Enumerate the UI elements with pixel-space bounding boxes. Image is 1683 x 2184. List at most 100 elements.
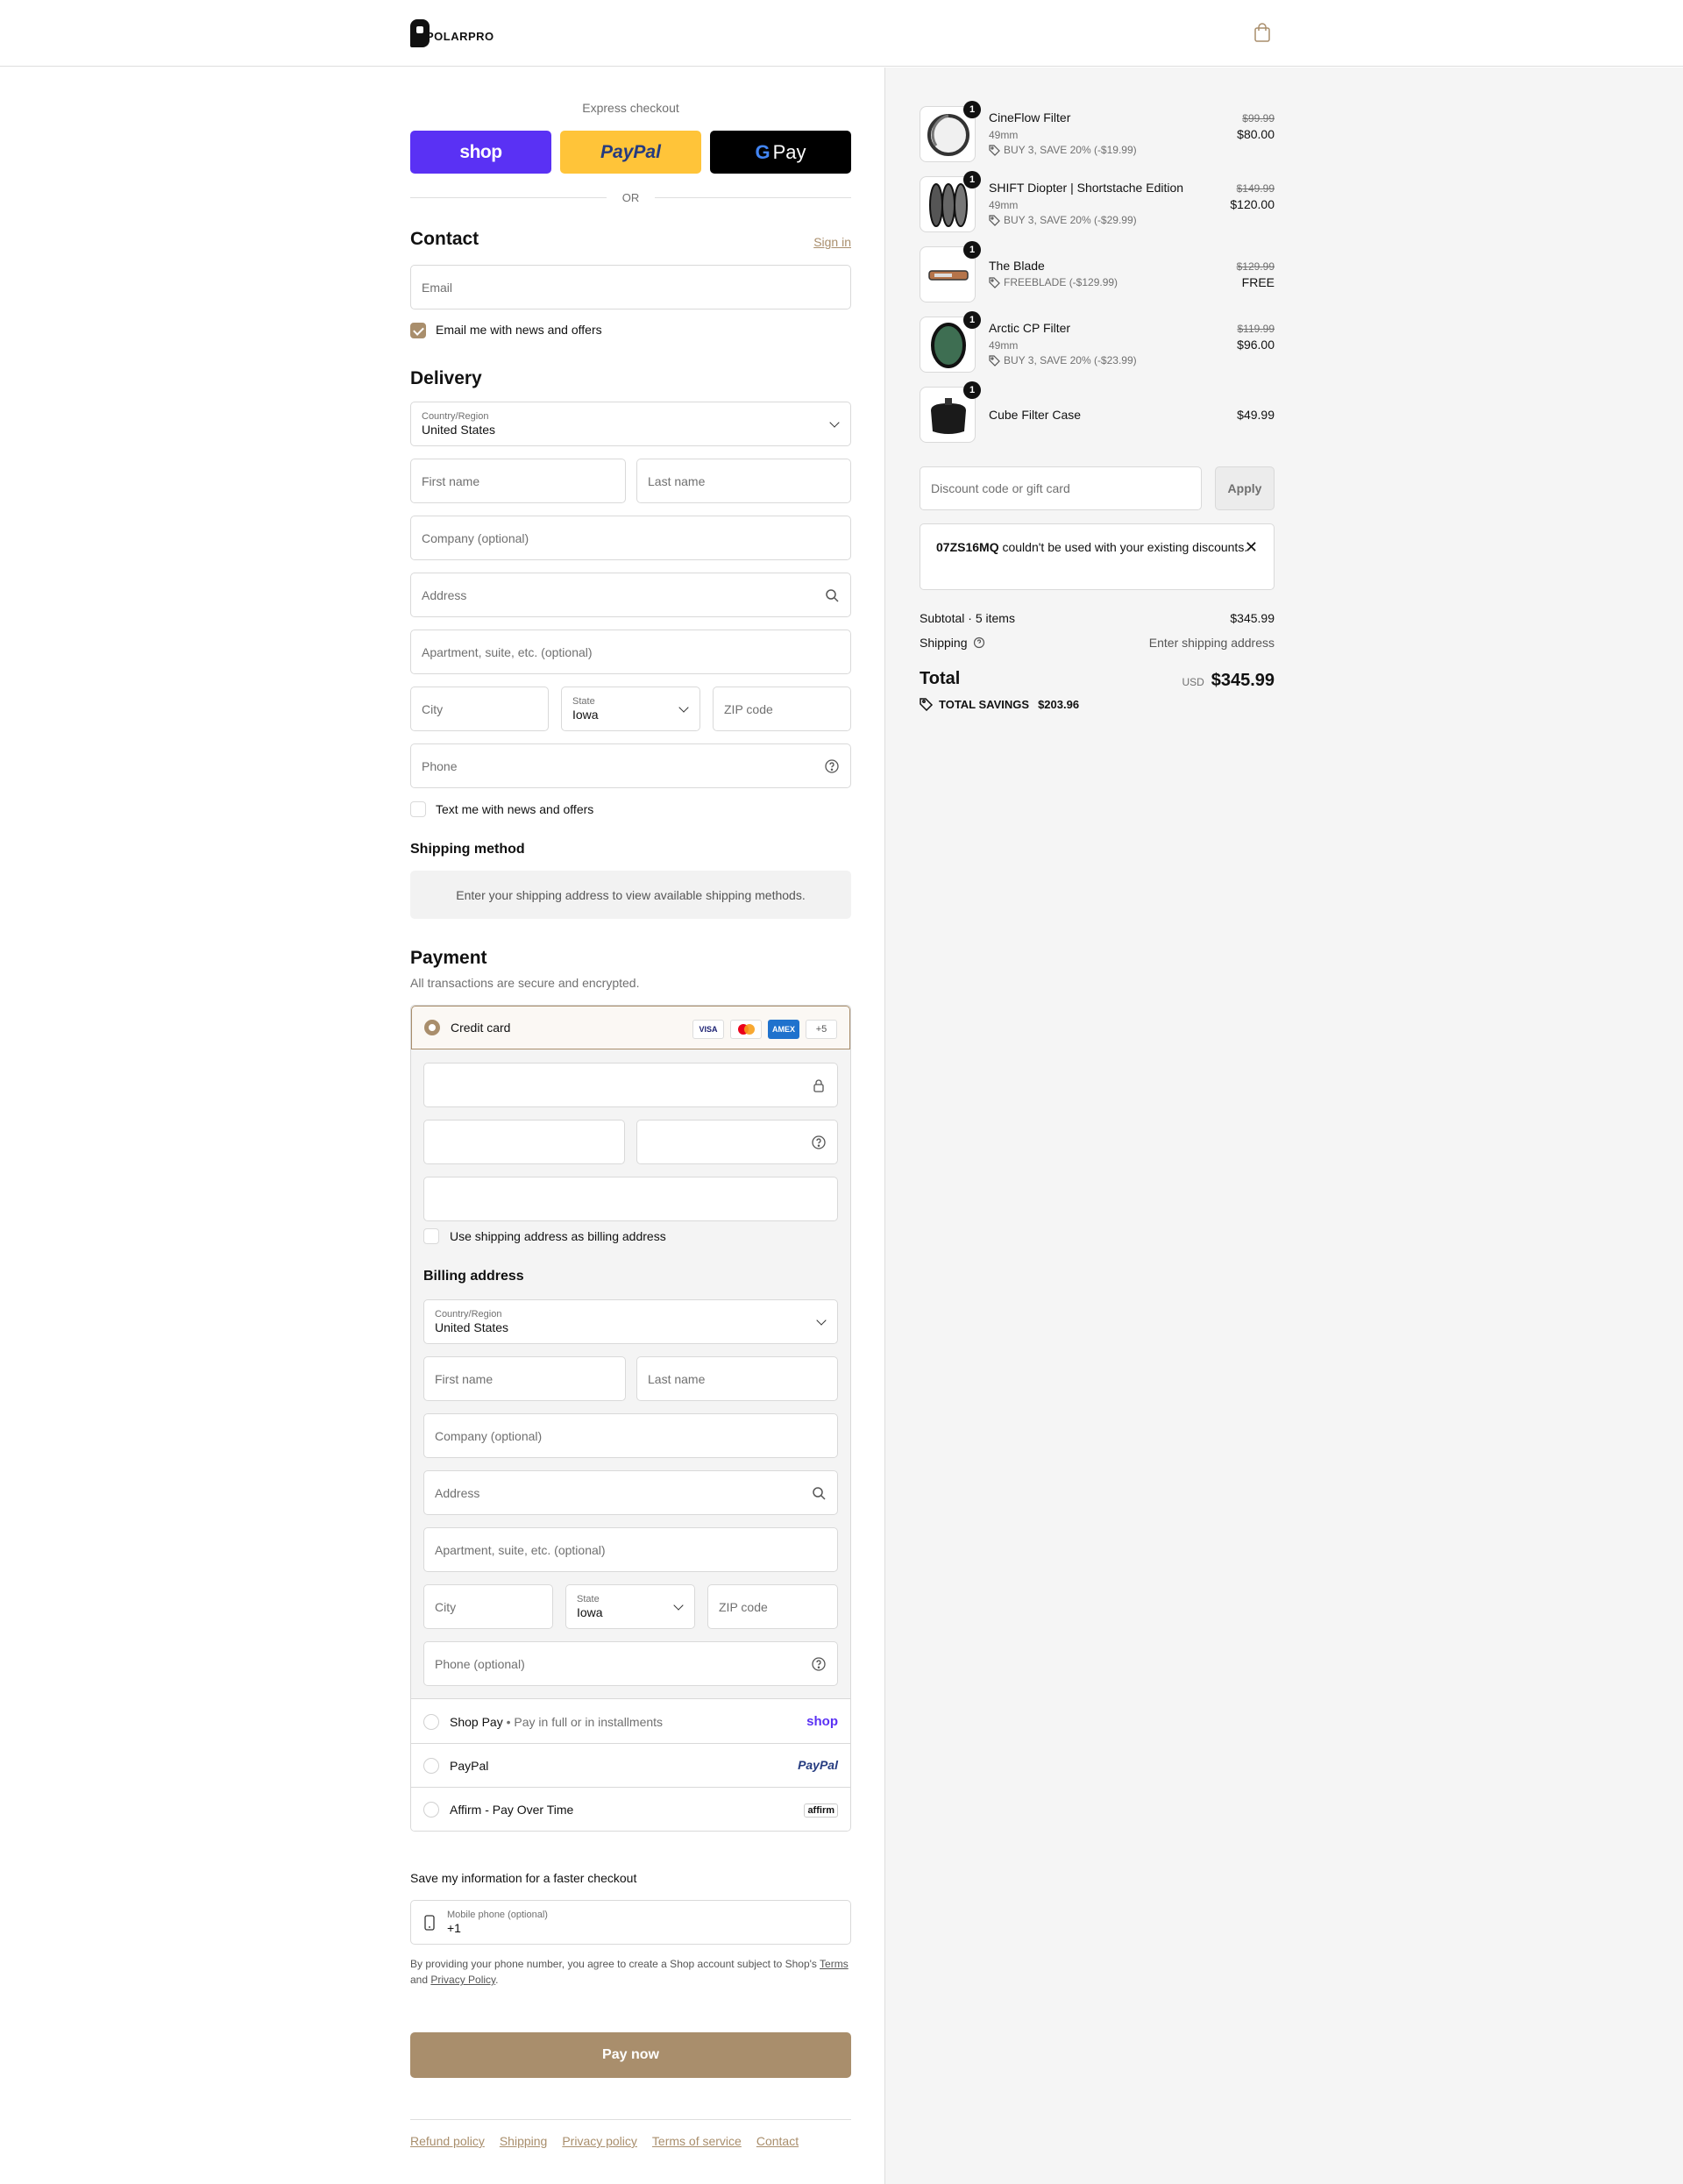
credit-card-radio[interactable] (424, 1020, 440, 1035)
billing-country-select[interactable]: Country/Region United States (423, 1299, 838, 1344)
cart-item: 1 Arctic CP Filter 49mm BUY 3, SAVE 20% … (920, 311, 1275, 373)
shipping-value: Enter shipping address (1148, 636, 1275, 650)
error-text: couldn't be used with your existing disc… (998, 540, 1248, 554)
paypal-option[interactable]: PayPal PayPal (411, 1744, 850, 1788)
quantity-badge: 1 (963, 381, 981, 399)
sign-in-link[interactable]: Sign in (813, 235, 851, 249)
affirm-logo: affirm (804, 1803, 838, 1818)
terms-link[interactable]: Terms (820, 1958, 849, 1970)
item-price: FREE (1241, 275, 1275, 289)
shop-pay-method-label: Shop Pay (450, 1715, 503, 1729)
item-name: Cube Filter Case (989, 408, 1082, 422)
apply-discount-button[interactable]: Apply (1215, 466, 1275, 510)
help-icon[interactable] (811, 1656, 827, 1672)
billing-zip-field[interactable]: ZIP code (707, 1584, 838, 1629)
chevron-down-icon (678, 702, 689, 713)
help-icon[interactable] (973, 637, 985, 649)
use-shipping-checkbox[interactable] (423, 1228, 439, 1244)
subtotal-value: $345.99 (1230, 611, 1275, 625)
mobile-phone-label: Mobile phone (optional) (447, 1910, 548, 1920)
country-value: United States (422, 423, 496, 437)
footer-link-refund-policy[interactable]: Refund policy (410, 2134, 485, 2148)
credit-card-option[interactable]: Credit card VISA AMEX +5 (411, 1006, 850, 1049)
pay-now-button[interactable]: Pay now (410, 2032, 851, 2078)
more-cards-badge: +5 (806, 1020, 837, 1039)
card-name-field[interactable] (423, 1177, 838, 1221)
payment-title: Payment (410, 948, 487, 968)
email-news-checkbox[interactable] (410, 323, 426, 338)
card-cvv-field[interactable] (636, 1120, 838, 1164)
city-field[interactable]: City (410, 687, 549, 731)
affirm-option[interactable]: Affirm - Pay Over Time affirm (411, 1788, 850, 1831)
last-name-field[interactable]: Last name (636, 459, 851, 503)
affirm-method-label: Affirm - Pay Over Time (450, 1803, 574, 1817)
billing-state-select[interactable]: State Iowa (565, 1584, 695, 1629)
affirm-radio[interactable] (423, 1802, 439, 1818)
text-news-checkbox[interactable] (410, 801, 426, 817)
shop-pay-button[interactable]: shop (410, 131, 551, 174)
billing-last-name-field[interactable]: Last name (636, 1356, 838, 1401)
discount-error-message: 07ZS16MQ couldn't be used with your exis… (920, 523, 1275, 590)
footer-links: Refund policy Shipping Privacy policy Te… (410, 2119, 851, 2148)
search-icon (813, 1487, 826, 1500)
email-field[interactable]: Email (410, 265, 851, 309)
card-expiry-field[interactable] (423, 1120, 625, 1164)
billing-city-field[interactable]: City (423, 1584, 553, 1629)
search-icon (826, 589, 839, 602)
paypal-method-label: PayPal (450, 1759, 489, 1773)
total-label: Total (920, 669, 961, 688)
cart-item: 1 The Blade FREEBLADE (-$129.99) $129.99… (920, 241, 1275, 302)
shopping-bag-icon[interactable] (1253, 22, 1272, 43)
express-checkout-label: Express checkout (582, 101, 679, 115)
first-name-field[interactable]: First name (410, 459, 626, 503)
billing-address-field[interactable]: Address (423, 1470, 838, 1515)
billing-address-placeholder: Address (435, 1485, 480, 1500)
phone-field[interactable]: Phone (410, 743, 851, 788)
card-number-field[interactable] (423, 1063, 838, 1107)
billing-phone-field[interactable]: Phone (optional) (423, 1641, 838, 1686)
item-discount-label: BUY 3, SAVE 20% (-$23.99) (1004, 354, 1137, 366)
billing-first-name-field[interactable]: First name (423, 1356, 626, 1401)
mobile-phone-field[interactable]: Mobile phone (optional) +1 (410, 1900, 851, 1945)
state-select[interactable]: State Iowa (561, 687, 700, 731)
close-icon[interactable]: ✕ (1245, 538, 1258, 557)
help-icon[interactable] (811, 1135, 827, 1150)
tag-icon (920, 698, 934, 711)
company-field[interactable]: Company (optional) (410, 516, 851, 560)
apply-label: Apply (1227, 481, 1262, 495)
item-variant: 49mm (989, 129, 1019, 141)
logo-mark-icon (410, 19, 430, 47)
item-price: $96.00 (1237, 338, 1275, 352)
shipping-label: Shipping (920, 636, 968, 650)
paypal-button[interactable]: PayPal (560, 131, 701, 174)
shipping-method-message: Enter your shipping address to view avai… (456, 887, 806, 902)
billing-apartment-field[interactable]: Apartment, suite, etc. (optional) (423, 1527, 838, 1572)
footer-link-shipping[interactable]: Shipping (500, 2134, 548, 2148)
item-discount: BUY 3, SAVE 20% (-$23.99) (989, 354, 1137, 366)
payment-methods: Credit card VISA AMEX +5 Use shipping ad… (410, 1005, 851, 1832)
google-pay-button[interactable]: G Pay (710, 131, 851, 174)
billing-company-field[interactable]: Company (optional) (423, 1413, 838, 1458)
discount-code-input[interactable]: Discount code or gift card (920, 466, 1202, 510)
billing-address-title: Billing address (423, 1269, 524, 1284)
paypal-radio[interactable] (423, 1758, 439, 1774)
address-field[interactable]: Address (410, 573, 851, 617)
cart-item: 1 Cube Filter Case $49.99 (920, 381, 1275, 443)
apartment-field[interactable]: Apartment, suite, etc. (optional) (410, 630, 851, 674)
last-name-placeholder: Last name (648, 473, 706, 488)
item-variant: 49mm (989, 339, 1019, 352)
shop-pay-radio[interactable] (423, 1714, 439, 1730)
privacy-policy-link[interactable]: Privacy Policy (430, 1974, 495, 1986)
footer-link-privacy-policy[interactable]: Privacy policy (562, 2134, 637, 2148)
paypal-logo: PayPal (798, 1758, 838, 1772)
shop-pay-option[interactable]: Shop Pay • Pay in full or in installment… (411, 1700, 850, 1744)
item-original-price: $129.99 (1236, 260, 1275, 273)
amex-label: AMEX (771, 1025, 795, 1034)
footer-link-terms-of-service[interactable]: Terms of service (652, 2134, 742, 2148)
brand-logo[interactable]: POLARPRO (410, 19, 494, 47)
country-select[interactable]: Country/Region United States (410, 402, 851, 446)
total-value: $345.99 (1211, 671, 1275, 690)
zip-field[interactable]: ZIP code (713, 687, 851, 731)
footer-link-contact[interactable]: Contact (756, 2134, 799, 2148)
help-icon[interactable] (824, 758, 840, 774)
